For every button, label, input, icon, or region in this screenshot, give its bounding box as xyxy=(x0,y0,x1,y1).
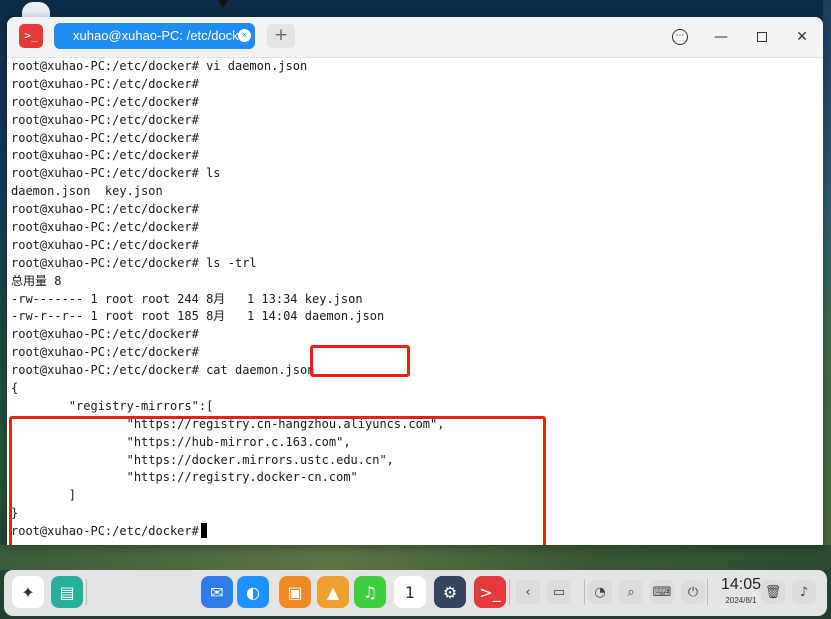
terminal-line: "https://registry.docker-cn.com" xyxy=(11,470,358,485)
dock: 14:05 2024/8/1 ✦ ▤ ✉ ◐ ▣ ▲ ♫ 1 ⚙ >_ ‹ ▭ ◔ ⌕ ⌨ ⏻ 🗑 ♪ xyxy=(4,570,827,616)
add-tab-button[interactable]: + xyxy=(267,24,295,48)
terminal-line: root@xuhao-PC:/etc/docker# xyxy=(11,112,199,127)
terminal-line: 总用量 8 xyxy=(11,273,62,288)
terminal-line: root@xuhao-PC:/etc/docker# ls xyxy=(11,166,221,181)
search-icon[interactable]: ⌕ xyxy=(619,580,643,604)
desktop-wallpaper-strip xyxy=(0,545,831,570)
notification-center-icon[interactable]: ♪ xyxy=(792,580,816,604)
terminal-line: { xyxy=(11,381,19,396)
terminal-line: root@xuhao-PC:/etc/docker# xyxy=(11,94,199,109)
terminal-line: root@xuhao-PC:/etc/docker# ls -trl xyxy=(11,255,257,270)
terminal-line: root@xuhao-PC:/etc/docker# xyxy=(11,220,199,235)
launcher-icon[interactable]: ✦ xyxy=(12,576,44,608)
terminal-line: } xyxy=(11,506,19,521)
terminal-line: root@xuhao-PC:/etc/docker# xyxy=(11,523,821,541)
browser-icon[interactable]: ◐ xyxy=(237,576,269,608)
terminal-icon[interactable]: >_ xyxy=(474,576,506,608)
close-tab-icon[interactable]: × xyxy=(238,29,251,42)
terminal-line: root@xuhao-PC:/etc/docker# xyxy=(11,202,199,217)
close-button[interactable]: ✕ xyxy=(790,25,814,49)
terminal-line: "registry-mirrors":[ xyxy=(11,398,214,413)
terminal-line: -rw------- 1 root root 244 8月 1 13:34 ke… xyxy=(11,291,363,306)
notification-icon[interactable]: ▭ xyxy=(547,580,571,604)
tab-title: xuhao@xuhao-PC: /etc/docker xyxy=(73,28,251,43)
terminal-line: ] xyxy=(11,488,77,503)
minimize-button[interactable]: — xyxy=(709,25,733,49)
monitor-icon[interactable]: ◔ xyxy=(588,580,612,604)
file-manager-icon[interactable]: ✉ xyxy=(201,576,233,608)
terminal-line: root@xuhao-PC:/etc/docker# xyxy=(11,148,199,163)
menu-button[interactable]: ⋯ xyxy=(668,25,692,49)
clock-date: 2024/8/1 xyxy=(725,596,757,605)
terminal-output[interactable]: root@xuhao-PC:/etc/docker# vi daemon.jso… xyxy=(9,58,821,545)
tab-terminal[interactable]: xuhao@xuhao-PC: /etc/docker × xyxy=(54,23,255,49)
maximize-button[interactable] xyxy=(750,25,774,49)
music-icon[interactable]: ♫ xyxy=(354,576,386,608)
power-icon[interactable]: ⏻ xyxy=(681,580,705,604)
dock-separator xyxy=(86,579,87,605)
terminal-app-icon: >_ xyxy=(19,24,43,48)
terminal-line: root@xuhao-PC:/etc/docker# vi daemon.jso… xyxy=(11,59,308,73)
terminal-line: "https://registry.cn-hangzhou.aliyuncs.c… xyxy=(11,416,445,431)
terminal-line: root@xuhao-PC:/etc/docker# xyxy=(11,345,199,360)
terminal-line: "https://docker.mirrors.ustc.edu.cn", xyxy=(11,452,394,467)
calendar-icon[interactable]: 1 xyxy=(394,576,426,608)
maximize-icon xyxy=(757,32,767,42)
titlebar: >_ xuhao@xuhao-PC: /etc/docker × + ⋯ — ✕ xyxy=(7,17,823,58)
keyboard-icon[interactable]: ⌨ xyxy=(650,580,674,604)
dock-separator xyxy=(509,579,510,605)
trash-icon[interactable]: 🗑 xyxy=(761,580,785,604)
image-viewer-icon[interactable]: ▲ xyxy=(317,576,349,608)
terminal-line: root@xuhao-PC:/etc/docker# xyxy=(11,327,199,342)
terminal-line: "https://hub-mirror.c.163.com", xyxy=(11,434,351,449)
multitask-icon[interactable]: ▤ xyxy=(51,576,83,608)
app-store-icon[interactable]: ▣ xyxy=(279,576,311,608)
clock-time[interactable]: 14:05 xyxy=(716,576,766,594)
terminal-line: root@xuhao-PC:/etc/docker# xyxy=(11,130,199,145)
dock-separator xyxy=(584,579,585,605)
terminal-line: daemon.json key.json xyxy=(11,184,163,199)
terminal-line: root@xuhao-PC:/etc/docker# cat daemon.js… xyxy=(11,363,315,378)
terminal-window: >_ xuhao@xuhao-PC: /etc/docker × + ⋯ — ✕… xyxy=(7,17,823,545)
settings-icon[interactable]: ⚙ xyxy=(434,576,466,608)
desktop-wallpaper xyxy=(823,0,831,570)
more-options-icon: ⋯ xyxy=(672,29,688,45)
mouse-cursor xyxy=(218,0,228,8)
terminal-line: -rw-r--r-- 1 root root 185 8月 1 14:04 da… xyxy=(11,309,385,324)
terminal-line: root@xuhao-PC:/etc/docker# xyxy=(11,237,199,252)
terminal-line: root@xuhao-PC:/etc/docker# xyxy=(11,76,199,91)
hide-dock-icon[interactable]: ‹ xyxy=(516,580,540,604)
text-cursor xyxy=(200,523,207,539)
dock-separator xyxy=(707,579,708,605)
